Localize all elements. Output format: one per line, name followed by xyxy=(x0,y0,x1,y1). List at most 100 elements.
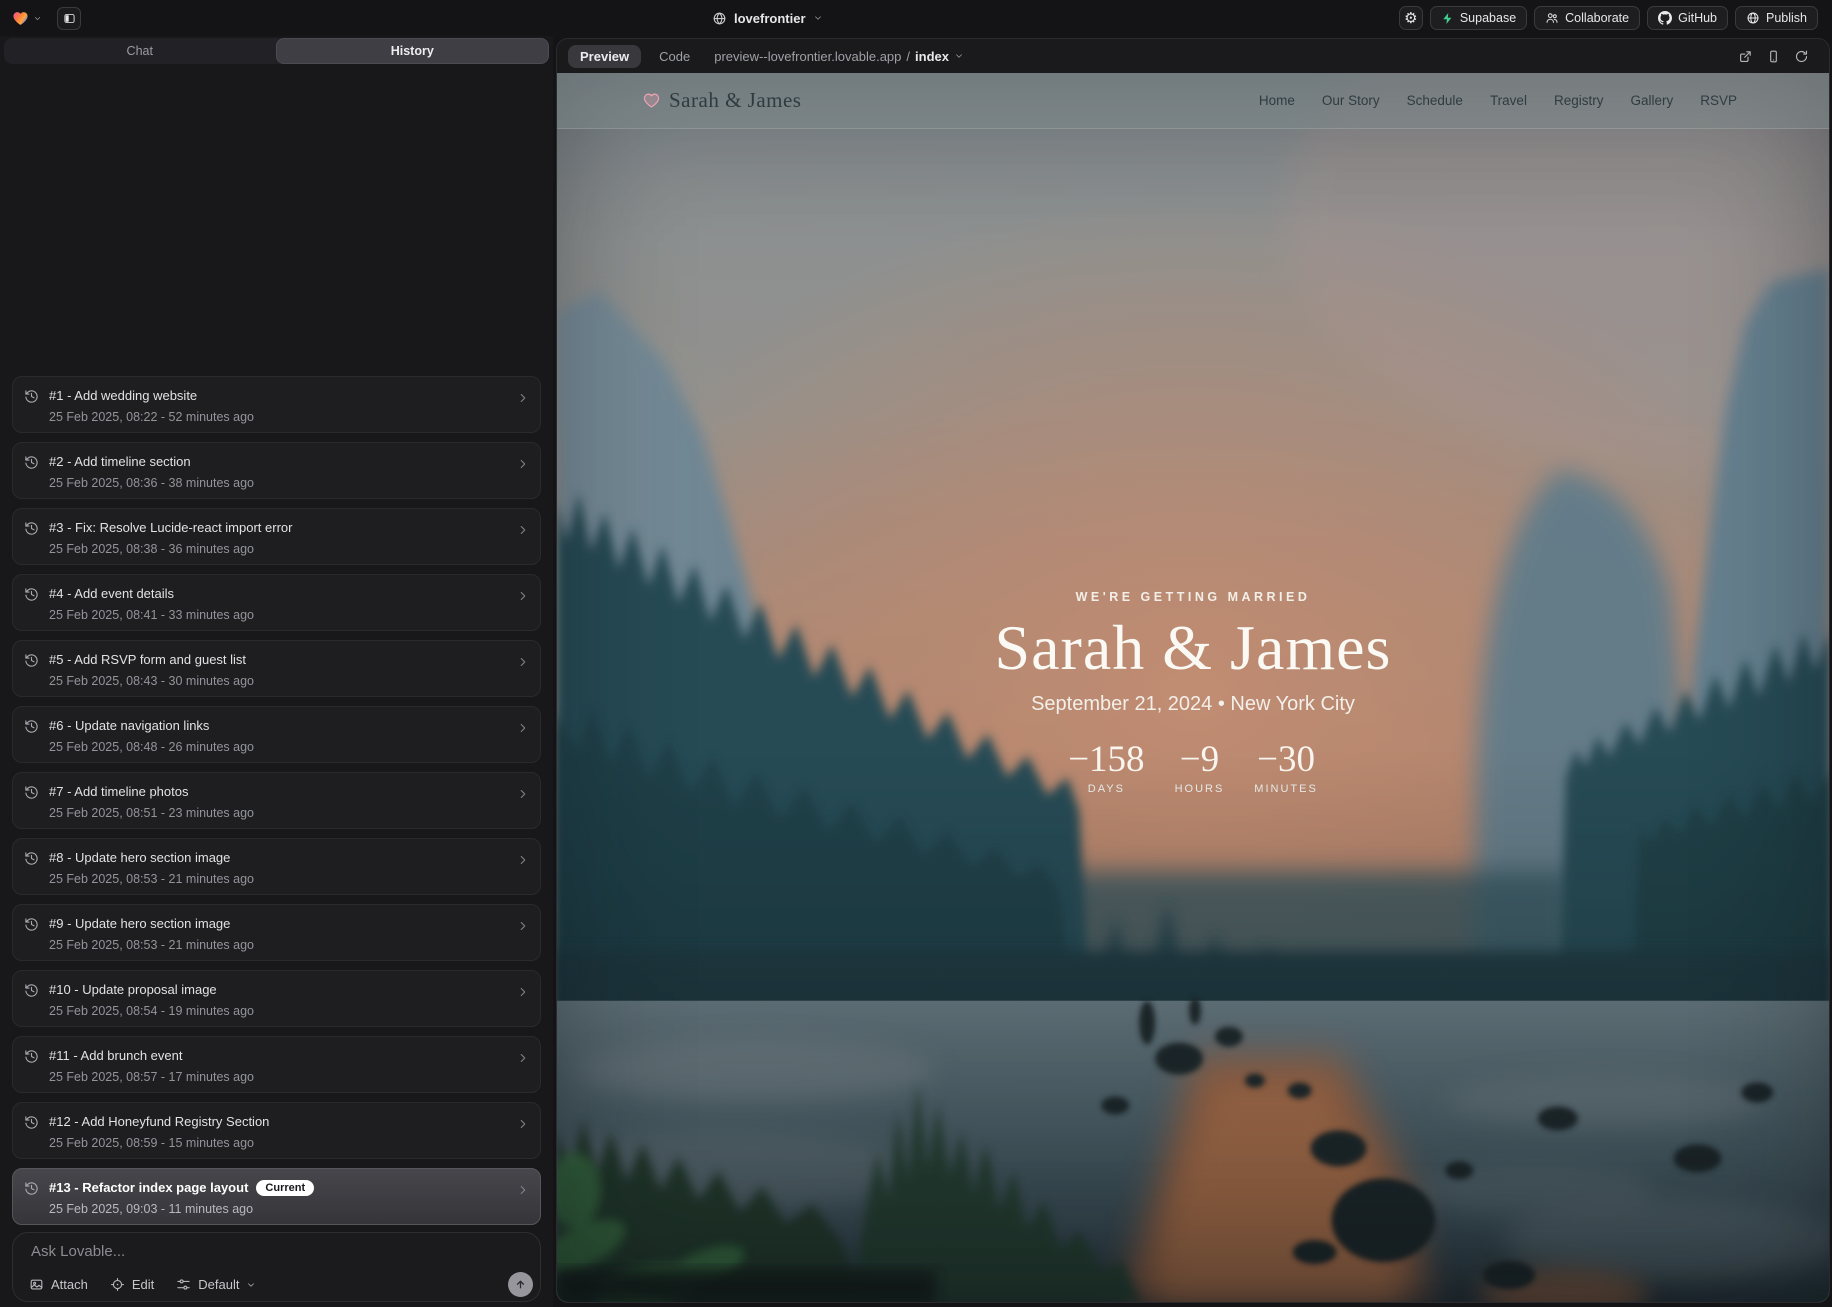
refresh-icon[interactable] xyxy=(1794,49,1809,64)
site-logo[interactable]: Sarah & James xyxy=(643,88,801,113)
preview-panel: Preview Code preview--lovefrontier.lovab… xyxy=(556,38,1830,1303)
site-header: Sarah & James Home Our Story Schedule Trave… xyxy=(557,73,1829,129)
history-icon xyxy=(24,983,39,998)
chevron-down-icon xyxy=(246,1280,256,1290)
history-item-title: #13 - Refactor index page layout xyxy=(49,1179,248,1197)
history-item-body: #4 - Add event details 25 Feb 2025, 08:4… xyxy=(49,585,506,624)
preview-url-host: preview--lovefrontier.lovable.app xyxy=(714,49,901,64)
nav-link[interactable]: Our Story xyxy=(1322,93,1380,108)
tab-preview[interactable]: Preview xyxy=(568,45,641,68)
history-item-title: #7 - Add timeline photos xyxy=(49,783,188,801)
history-item-body: #10 - Update proposal image 25 Feb 2025,… xyxy=(49,981,506,1020)
history-item-timestamp: 25 Feb 2025, 08:59 - 15 minutes ago xyxy=(49,1135,506,1152)
history-item[interactable]: #6 - Update navigation links 25 Feb 2025… xyxy=(12,706,541,763)
chevron-right-icon[interactable] xyxy=(516,985,530,999)
chevron-right-icon[interactable] xyxy=(516,721,530,735)
history-icon xyxy=(24,521,39,536)
chevron-right-icon[interactable] xyxy=(516,457,530,471)
panel-left-icon xyxy=(63,12,76,25)
nav-link[interactable]: Schedule xyxy=(1407,93,1463,108)
prompt-composer: Attach Edit Default xyxy=(12,1232,541,1302)
history-item[interactable]: #4 - Add event details 25 Feb 2025, 08:4… xyxy=(12,574,541,631)
chevron-right-icon[interactable] xyxy=(516,787,530,801)
site-logo-text: Sarah & James xyxy=(669,88,801,113)
chevron-down-icon xyxy=(954,51,964,61)
countdown-item: −9 HOURS xyxy=(1175,738,1225,795)
tab-code[interactable]: Code xyxy=(659,49,690,64)
supabase-label: Supabase xyxy=(1460,11,1516,25)
nav-link[interactable]: Registry xyxy=(1554,93,1604,108)
countdown-item: −30 MINUTES xyxy=(1254,738,1318,795)
countdown-label: DAYS xyxy=(1068,783,1144,795)
history-item[interactable]: #10 - Update proposal image 25 Feb 2025,… xyxy=(12,970,541,1027)
collaborate-users-icon xyxy=(1545,11,1559,25)
chat-sidebar: Chat History #1 - Add wedding website 25… xyxy=(0,36,553,1307)
chevron-right-icon[interactable] xyxy=(516,853,530,867)
history-item[interactable]: #13 - Refactor index page layout Current… xyxy=(12,1168,541,1225)
tab-chat[interactable]: Chat xyxy=(4,38,276,64)
publish-button[interactable]: Publish xyxy=(1735,6,1818,30)
nav-link[interactable]: Gallery xyxy=(1630,93,1673,108)
chevron-right-icon[interactable] xyxy=(516,655,530,669)
chevron-right-icon[interactable] xyxy=(516,589,530,603)
chevron-right-icon[interactable] xyxy=(516,523,530,537)
countdown-item: −158 DAYS xyxy=(1068,738,1144,795)
send-button[interactable] xyxy=(508,1272,533,1297)
history-item[interactable]: #5 - Add RSVP form and guest list 25 Feb… xyxy=(12,640,541,697)
countdown-value: −9 xyxy=(1175,738,1225,782)
chevron-right-icon[interactable] xyxy=(516,919,530,933)
history-item-timestamp: 25 Feb 2025, 08:41 - 33 minutes ago xyxy=(49,607,506,624)
chevron-down-icon xyxy=(33,14,42,23)
sliders-icon xyxy=(176,1277,191,1292)
tab-history[interactable]: History xyxy=(276,38,550,64)
history-item[interactable]: #9 - Update hero section image 25 Feb 20… xyxy=(12,904,541,961)
project-selector[interactable]: lovefrontier xyxy=(712,0,823,36)
history-item-body: #5 - Add RSVP form and guest list 25 Feb… xyxy=(49,651,506,690)
collaborate-button[interactable]: Collaborate xyxy=(1534,6,1640,30)
mode-selector[interactable]: Default xyxy=(176,1277,256,1292)
mobile-view-icon[interactable] xyxy=(1766,49,1781,64)
history-item[interactable]: #8 - Update hero section image 25 Feb 20… xyxy=(12,838,541,895)
countdown-value: −30 xyxy=(1254,738,1318,782)
history-item-body: #3 - Fix: Resolve Lucide-react import er… xyxy=(49,519,506,558)
history-item[interactable]: #3 - Fix: Resolve Lucide-react import er… xyxy=(12,508,541,565)
history-item-timestamp: 25 Feb 2025, 08:38 - 36 minutes ago xyxy=(49,541,506,558)
history-item-timestamp: 25 Feb 2025, 08:43 - 30 minutes ago xyxy=(49,673,506,690)
github-button[interactable]: GitHub xyxy=(1647,6,1728,30)
nav-link[interactable]: Travel xyxy=(1490,93,1527,108)
history-item-timestamp: 25 Feb 2025, 08:48 - 26 minutes ago xyxy=(49,739,506,756)
settings-button[interactable]: ⚙ xyxy=(1399,6,1423,30)
history-item[interactable]: #7 - Add timeline photos 25 Feb 2025, 08… xyxy=(12,772,541,829)
history-icon xyxy=(24,389,39,404)
history-item-title: #9 - Update hero section image xyxy=(49,915,230,933)
history-icon xyxy=(24,1049,39,1064)
chevron-right-icon[interactable] xyxy=(516,1117,530,1131)
chevron-right-icon[interactable] xyxy=(516,1183,530,1197)
history-item-title: #10 - Update proposal image xyxy=(49,981,217,999)
chevron-right-icon[interactable] xyxy=(516,1051,530,1065)
history-item[interactable]: #1 - Add wedding website 25 Feb 2025, 08… xyxy=(12,376,541,433)
attach-button[interactable]: Attach xyxy=(29,1277,88,1292)
supabase-button[interactable]: Supabase xyxy=(1430,6,1527,30)
history-item-title: #5 - Add RSVP form and guest list xyxy=(49,651,246,669)
open-external-icon[interactable] xyxy=(1738,49,1753,64)
history-item-body: #11 - Add brunch event 25 Feb 2025, 08:5… xyxy=(49,1047,506,1086)
github-icon xyxy=(1658,11,1672,25)
edit-button[interactable]: Edit xyxy=(110,1277,154,1292)
history-item[interactable]: #11 - Add brunch event 25 Feb 2025, 08:5… xyxy=(12,1036,541,1093)
preview-url-separator: / xyxy=(906,49,910,64)
nav-link[interactable]: Home xyxy=(1259,93,1295,108)
history-item-body: #9 - Update hero section image 25 Feb 20… xyxy=(49,915,506,954)
chevron-down-icon xyxy=(813,13,823,23)
hero-title: Sarah & James xyxy=(557,610,1829,686)
nav-link[interactable]: RSVP xyxy=(1700,93,1737,108)
sidebar-toggle-button[interactable] xyxy=(57,7,81,30)
history-icon xyxy=(24,653,39,668)
history-item[interactable]: #12 - Add Honeyfund Registry Section 25 … xyxy=(12,1102,541,1159)
prompt-input[interactable] xyxy=(31,1243,490,1267)
chevron-right-icon[interactable] xyxy=(516,391,530,405)
history-item[interactable]: #2 - Add timeline section 25 Feb 2025, 0… xyxy=(12,442,541,499)
lovable-logo[interactable] xyxy=(12,10,42,27)
preview-url[interactable]: preview--lovefrontier.lovable.app / inde… xyxy=(714,49,964,64)
attach-image-icon xyxy=(29,1277,44,1292)
